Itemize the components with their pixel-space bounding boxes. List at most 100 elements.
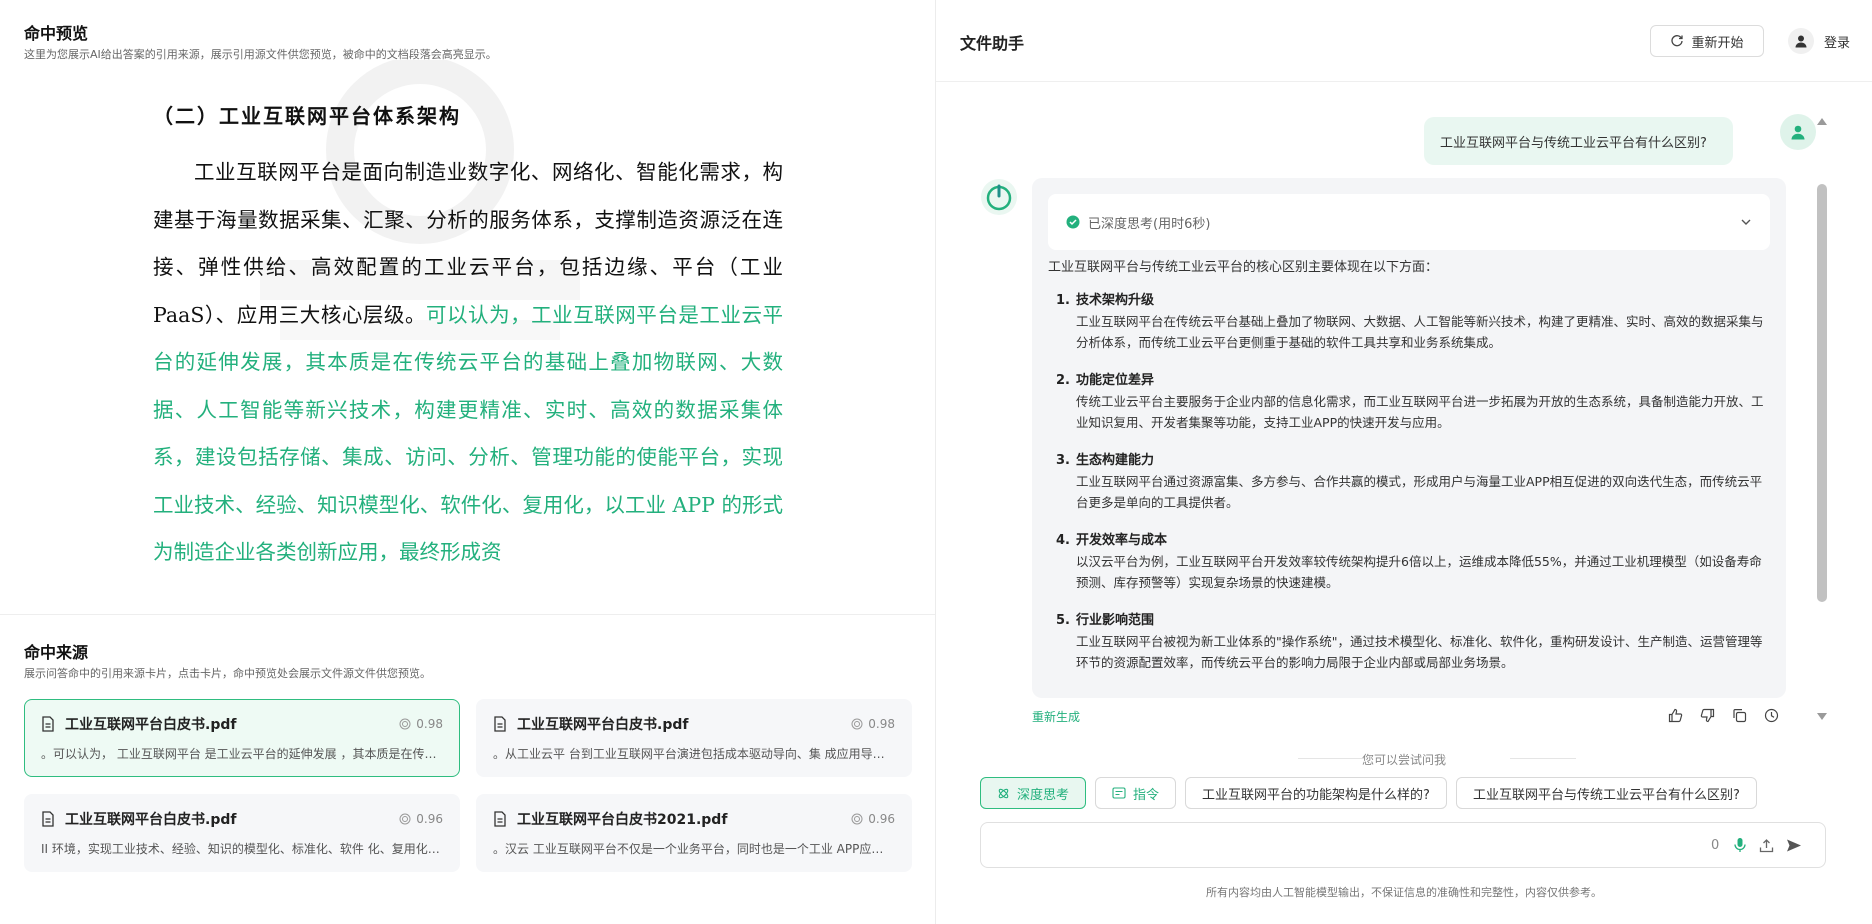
source-cards: 工业互联网平台白皮书.pdf 0.98 。可以认为， 工业互联网平台 是工业云平… (24, 699, 912, 872)
source-card-snippet: 。从工业云平 台到工业互联网平台演进包括成本驱动导向、集 成应用导向、能力交易导… (493, 747, 895, 761)
item-number: 3. (1056, 453, 1070, 468)
chat-scrollbar[interactable] (1816, 118, 1828, 720)
char-count: 0 (1711, 838, 1720, 853)
scroll-down-arrow[interactable] (1817, 713, 1827, 720)
deep-think-label: 深度思考 (1017, 787, 1070, 803)
try-divider-right (1510, 758, 1576, 759)
disclaimer: 所有内容均由人工智能模型输出，不保证信息的准确性和完整性，内容仅供参考。 (1206, 886, 1602, 899)
command-chip[interactable]: 指令 (1095, 777, 1177, 809)
input-actions (1733, 837, 1802, 853)
document-icon (42, 716, 54, 732)
list-item: 5. 行业影响范围工业互联网平台被视为新工业体系的"操作系统"，通过技术模型化、… (1048, 610, 1770, 673)
item-title: 开发效率与成本 (1076, 533, 1168, 548)
history-icon[interactable] (1762, 706, 1780, 724)
list-item: 4. 开发效率与成本以汉云平台为例，工业互联网平台开发效率较传统架构提升6倍以上… (1048, 530, 1770, 593)
doc-heading: （二）工业互联网平台体系架构 (153, 104, 461, 128)
answer-list: 1. 技术架构升级工业互联网平台在传统云平台基础上叠加了物联网、大数据、人工智能… (1048, 290, 1770, 690)
item-title: 行业影响范围 (1076, 613, 1155, 628)
source-card[interactable]: 工业互联网平台白皮书.pdf 0.96 II 环境，实现工业技术、经验、知识的模… (24, 794, 460, 872)
item-title: 生态构建能力 (1076, 453, 1155, 468)
chat-panel: 文件助手 重新开始 登录 工业互联网平台与传统工业云平台有什么区别? 已深度思考… (936, 0, 1872, 924)
score-value: 0.96 (868, 812, 895, 826)
microphone-icon[interactable] (1733, 837, 1747, 853)
assistant-title: 文件助手 (960, 34, 1025, 53)
item-title: 功能定位差异 (1076, 373, 1155, 388)
source-card-snippet: 。可以认为， 工业互联网平台 是工业云平台的延伸发展 ，其本质是在传统云平台的基… (41, 747, 443, 761)
source-card-name: 工业互联网平台白皮书.pdf (517, 717, 689, 733)
thumbs-down-icon[interactable] (1698, 706, 1716, 724)
think-label: 已深度思考(用时6秒) (1088, 216, 1211, 232)
login-button[interactable]: 登录 (1788, 28, 1850, 54)
item-text: 工业互联网平台被视为新工业体系的"操作系统"，通过技术模型化、标准化、软件化，重… (1076, 634, 1763, 670)
source-card-snippet: II 环境，实现工业技术、经验、知识的模型化、标准化、软件 化、复用化，以工业 … (41, 842, 443, 856)
list-item: 2. 功能定位差异传统工业云平台主要服务于企业内部的信息化需求，而工业互联网平台… (1048, 370, 1770, 433)
hit-sources-section: 命中来源 展示问答命中的引用来源卡片，点击卡片，命中预览处会展示文件源文件供您预… (0, 615, 935, 924)
chat-input[interactable]: 0 (980, 822, 1826, 868)
regenerate-button[interactable]: 重新生成 (1032, 708, 1080, 725)
copy-icon[interactable] (1730, 706, 1748, 724)
list-item: 3. 生态构建能力工业互联网平台通过资源富集、多方参与、合作共赢的模式，形成用户… (1048, 450, 1770, 513)
chevron-down-icon[interactable] (1740, 216, 1752, 228)
item-number: 4. (1056, 533, 1070, 548)
source-card[interactable]: 工业互联网平台白皮书2021.pdf 0.96 。汉云 工业互联网平台不仅是一个… (476, 794, 912, 872)
try-ask-label: 您可以尝试问我 (1361, 753, 1446, 767)
suggestion-chip[interactable]: 工业互联网平台与传统工业云平台有什么区别? (1455, 777, 1757, 809)
user-icon (1791, 125, 1805, 140)
suggestion-chip[interactable]: 工业互联网平台的功能架构是什么样的? (1185, 777, 1447, 809)
source-card[interactable]: 工业互联网平台白皮书.pdf 0.98 。从工业云平 台到工业互联网平台演进包括… (476, 699, 912, 777)
score-value: 0.98 (868, 717, 895, 731)
suggestion-chips: 深度思考 指令 工业互联网平台的功能架构是什么样的? 工业互联网平台与传统工业云… (980, 777, 1757, 809)
sources-title: 命中来源 (24, 643, 89, 662)
send-icon[interactable] (1786, 838, 1802, 853)
document-icon (494, 716, 506, 732)
doc-paragraph: 工业互联网平台是面向制造业数字化、网络化、智能化需求，构建基于海量数据采集、汇聚… (153, 149, 783, 577)
atom-icon (998, 788, 1009, 798)
document-icon (42, 811, 54, 827)
restart-icon (1671, 35, 1684, 47)
scroll-thumb[interactable] (1817, 184, 1827, 602)
check-circle-icon (1066, 215, 1080, 229)
scroll-up-arrow[interactable] (1817, 118, 1827, 125)
source-card-snippet: 。汉云 工业互联网平台不仅是一个业务平台，同时也是一个工业 APP应用的开发平台… (493, 842, 895, 856)
item-number: 5. (1056, 613, 1070, 628)
user-avatar (1780, 114, 1816, 150)
app-root: 命中预览 这里为您展示AI给出答案的引用来源，展示引用源文件供您预览，被命中的文… (0, 0, 1872, 924)
score-value: 0.96 (416, 812, 443, 826)
command-label: 指令 (1133, 787, 1160, 803)
score: 0.96 (851, 812, 895, 826)
user-icon (1788, 28, 1814, 54)
item-text: 工业互联网平台在传统云平台基础上叠加了物联网、大数据、人工智能等新兴技术，构建了… (1076, 314, 1764, 350)
target-icon (399, 813, 411, 825)
item-text: 工业互联网平台通过资源富集、多方参与、合作共赢的模式，形成用户与海量工业APP相… (1076, 474, 1763, 510)
deep-think-toggle[interactable]: 深度思考 (980, 777, 1087, 809)
document-preview: （二）工业互联网平台体系架构 工业互联网平台是面向制造业数字化、网络化、智能化需… (153, 100, 783, 577)
answer-intro: 工业互联网平台与传统工业云平台的核心区别主要体现在以下方面： (1048, 260, 1439, 275)
target-icon (851, 813, 863, 825)
assistant-answer: 已深度思考(用时6秒) 工业互联网平台与传统工业云平台的核心区别主要体现在以下方… (1032, 178, 1786, 698)
thumbs-up-icon[interactable] (1666, 706, 1684, 724)
source-card-name: 工业互联网平台白皮书.pdf (65, 717, 237, 733)
upload-icon[interactable] (1759, 838, 1774, 853)
restart-button[interactable]: 重新开始 (1650, 25, 1764, 57)
score: 0.98 (399, 717, 443, 731)
item-number: 2. (1056, 373, 1070, 388)
source-card-name: 工业互联网平台白皮书2021.pdf (517, 812, 728, 828)
message-actions (1666, 706, 1780, 724)
chat-header: 文件助手 重新开始 登录 (936, 0, 1872, 82)
item-text: 以汉云平台为例，工业互联网平台开发效率较传统架构提升6倍以上，运维成本降低55%… (1076, 554, 1762, 590)
bot-avatar-icon (981, 179, 1017, 215)
list-item: 1. 技术架构升级工业互联网平台在传统云平台基础上叠加了物联网、大数据、人工智能… (1048, 290, 1770, 353)
doc-highlight: 可以认为，工业互联网平台是工业云平台的延伸发展，其本质是在传统云平台的基础上叠加… (153, 302, 783, 565)
item-title: 技术架构升级 (1076, 293, 1155, 308)
user-message-text: 工业互联网平台与传统工业云平台有什么区别? (1440, 135, 1707, 151)
source-card[interactable]: 工业互联网平台白皮书.pdf 0.98 。可以认为， 工业互联网平台 是工业云平… (24, 699, 460, 777)
user-message: 工业互联网平台与传统工业云平台有什么区别? (1424, 117, 1733, 165)
item-text: 传统工业云平台主要服务于企业内部的信息化需求，而工业互联网平台进一步拓展为开放的… (1076, 394, 1764, 430)
left-panel: 命中预览 这里为您展示AI给出答案的引用来源，展示引用源文件供您预览，被命中的文… (0, 0, 935, 924)
score: 0.98 (851, 717, 895, 731)
command-icon (1112, 787, 1126, 799)
item-number: 1. (1056, 293, 1070, 308)
target-icon (399, 718, 411, 730)
restart-label: 重新开始 (1691, 35, 1744, 51)
deep-think-panel[interactable]: 已深度思考(用时6秒) (1048, 194, 1770, 250)
